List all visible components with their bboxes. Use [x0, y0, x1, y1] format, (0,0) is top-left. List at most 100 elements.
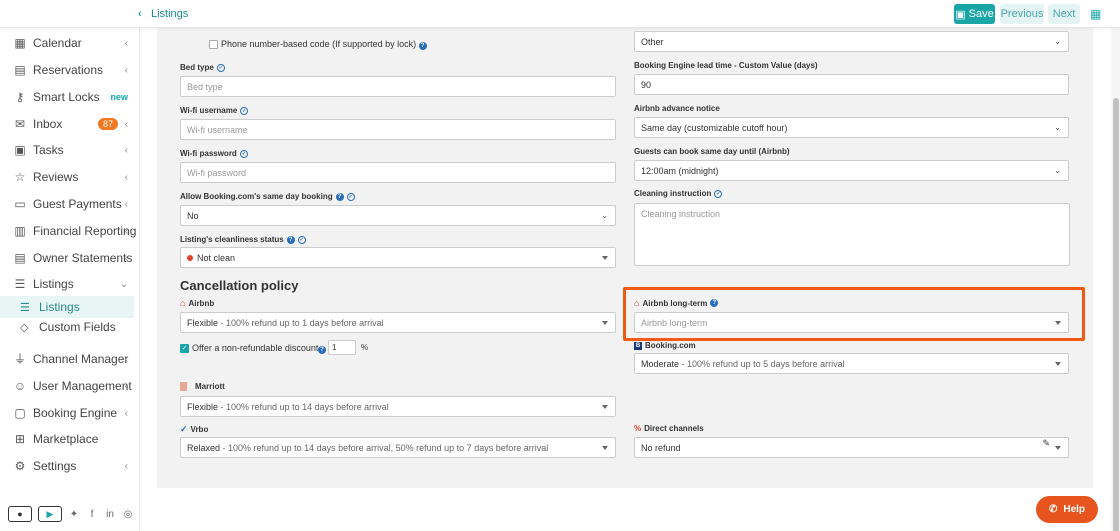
- select-value: Not clean: [197, 252, 236, 263]
- facebook-icon[interactable]: f: [86, 509, 98, 520]
- chevron-down-icon: ⌄: [1054, 123, 1061, 132]
- chevron-left-icon: ‹: [124, 171, 128, 183]
- google-play-icon[interactable]: ▶: [38, 506, 62, 522]
- sidebar-item-tasks[interactable]: ▣ Tasks ‹: [0, 139, 140, 161]
- lead-time-input[interactable]: 90: [634, 74, 1069, 95]
- twitter-icon[interactable]: ✦: [68, 509, 80, 520]
- sidebar-item-label: Settings: [33, 459, 77, 473]
- sidebar-item-label: Reservations: [33, 63, 104, 77]
- advance-notice-label: Airbnb advance notice: [634, 104, 720, 113]
- sidebar-item-marketplace[interactable]: ⊞ Marketplace: [0, 428, 140, 450]
- direct-channels-icon: %: [634, 424, 642, 433]
- same-day-until-select[interactable]: 12:00am (midnight) ⌄: [634, 160, 1069, 181]
- sidebar-item-reviews[interactable]: ☆ Reviews ‹: [0, 166, 140, 188]
- non-refundable-checkbox[interactable]: ✓: [180, 344, 189, 353]
- linkedin-icon[interactable]: in: [104, 509, 116, 520]
- wifi-password-input[interactable]: Wi-fi password: [180, 162, 616, 183]
- reservations-icon: ▤: [14, 63, 26, 77]
- sidebar-item-booking-engine[interactable]: ▢ Booking Engine ‹: [0, 402, 140, 424]
- info-icon[interactable]: ✓: [239, 149, 248, 158]
- marriott-icon: [180, 382, 187, 391]
- info-icon[interactable]: ✓: [346, 192, 355, 201]
- non-refundable-input[interactable]: 1: [328, 340, 356, 355]
- cancellation-policy-title: Cancellation policy: [180, 278, 299, 293]
- non-refundable-label: Offer a non-refundable discount: [192, 343, 319, 353]
- previous-button[interactable]: Previous: [1000, 4, 1044, 24]
- calendar-icon[interactable]: ▦: [1090, 7, 1101, 21]
- breadcrumb[interactable]: Listings: [151, 8, 188, 20]
- select-value: Moderate - 100% refund up to 5 days befo…: [641, 358, 845, 369]
- advance-notice-select[interactable]: Same day (customizable cutoff hour) ⌄: [634, 117, 1069, 138]
- key-icon: ⚷: [15, 90, 25, 104]
- user-icon: ☺: [13, 379, 27, 393]
- report-icon: ▥: [14, 224, 26, 238]
- info-icon[interactable]: ✓: [297, 235, 306, 244]
- percent-label: %: [361, 343, 369, 352]
- airbnb-policy-select[interactable]: Flexible - 100% refund up to 1 days befo…: [180, 312, 616, 333]
- plug-icon: ⏚: [14, 352, 27, 366]
- info-icon[interactable]: ✓: [216, 63, 225, 72]
- select-value: Same day (customizable cutoff hour): [641, 122, 788, 133]
- phone-code-checkbox[interactable]: [209, 40, 218, 49]
- save-button[interactable]: ▣ Save: [954, 4, 995, 24]
- info-icon[interactable]: ✓: [240, 106, 249, 115]
- help-button[interactable]: ✆ Help: [1036, 496, 1098, 523]
- help-icon[interactable]: ?: [286, 235, 295, 244]
- star-icon: ☆: [14, 170, 26, 184]
- top-bar: ‹ Listings ▣ Save Previous Next ▦: [0, 0, 1120, 28]
- tag-icon: ◇: [20, 321, 29, 334]
- save-label: Save: [968, 8, 994, 20]
- booking-icon: ▢: [14, 406, 26, 420]
- scrollbar[interactable]: [1111, 28, 1120, 531]
- instagram-icon[interactable]: ◎: [122, 509, 134, 520]
- sidebar-item-label: Smart Locks: [33, 90, 100, 104]
- sidebar-item-settings[interactable]: ⚙ Settings ‹: [0, 455, 140, 477]
- help-icon[interactable]: ?: [318, 346, 326, 354]
- cleaning-instruction-textarea[interactable]: Cleaning instruction: [634, 203, 1070, 266]
- direct-channels-policy-select[interactable]: No refund ✎: [634, 437, 1069, 458]
- bed-type-label: Bed type ✓: [180, 63, 225, 72]
- sidebar-item-owner-statements[interactable]: ▤ Owner Statements ‹: [0, 247, 140, 269]
- booking-com-policy-select[interactable]: Moderate - 100% refund up to 5 days befo…: [634, 353, 1069, 374]
- help-icon[interactable]: ?: [335, 192, 344, 201]
- sidebar-item-calendar[interactable]: ▦ Calendar ‹: [0, 32, 140, 54]
- marketplace-icon: ⊞: [14, 432, 26, 446]
- vrbo-label: ✓ Vrbo: [180, 424, 209, 434]
- cleanliness-select[interactable]: Not clean: [180, 247, 616, 268]
- sidebar-subitem-custom-fields[interactable]: ◇ Custom Fields: [0, 316, 134, 338]
- chevron-left-icon: ‹: [124, 225, 128, 237]
- marriott-policy-select[interactable]: Flexible - 100% refund up to 14 days bef…: [180, 396, 616, 417]
- sidebar-item-reservations[interactable]: ▤ Reservations ‹: [0, 59, 140, 81]
- phone-icon: ✆: [1048, 504, 1058, 515]
- pencil-icon[interactable]: ✎: [1042, 438, 1050, 449]
- sidebar-item-channel-manager[interactable]: ⏚ Channel Manager ‹: [0, 348, 140, 370]
- dropdown-arrow-icon: [1055, 446, 1061, 450]
- sidebar-item-user-management[interactable]: ☺ User Management ‹: [0, 375, 140, 397]
- list-icon: ☰: [14, 277, 26, 291]
- wifi-username-input[interactable]: Wi-fi username: [180, 119, 616, 140]
- other-select[interactable]: Other ⌄: [634, 31, 1069, 52]
- back-chevron-icon[interactable]: ‹: [138, 8, 142, 20]
- vrbo-policy-select[interactable]: Relaxed - 100% refund up to 14 days befo…: [180, 437, 616, 458]
- sidebar-item-financial-reporting[interactable]: ▥ Financial Reporting ‹: [0, 220, 140, 242]
- sidebar-item-listings[interactable]: ☰ Listings ⌄: [0, 273, 140, 295]
- sidebar: ▦ Calendar ‹ ▤ Reservations ‹ ⚷ Smart Locks ne…: [0, 0, 140, 531]
- phone-code-label: Phone number-based code (If supported by…: [221, 39, 427, 50]
- scrollbar-thumb[interactable]: [1113, 98, 1119, 531]
- apple-store-icon[interactable]: ●: [8, 506, 32, 522]
- status-dot-icon: [187, 254, 193, 261]
- dropdown-arrow-icon: [602, 256, 608, 260]
- chevron-left-icon: ‹: [124, 198, 128, 210]
- sidebar-item-guest-payments[interactable]: ▭ Guest Payments ‹: [0, 193, 140, 215]
- sidebar-subitem-listings[interactable]: ☰ Listings: [0, 296, 134, 318]
- sidebar-item-inbox[interactable]: ✉ Inbox 87 ‹: [0, 113, 140, 135]
- next-button[interactable]: Next: [1048, 4, 1080, 24]
- same-day-booking-select[interactable]: No ⌄: [180, 205, 616, 226]
- chevron-left-icon: ‹: [124, 353, 128, 365]
- bed-type-input[interactable]: Bed type: [180, 76, 616, 97]
- same-day-until-label: Guests can book same day until (Airbnb): [634, 147, 790, 156]
- help-icon[interactable]: ?: [418, 42, 427, 50]
- calendar-icon: ▦: [14, 36, 26, 50]
- sidebar-item-smart-locks[interactable]: ⚷ Smart Locks new: [0, 86, 140, 108]
- info-icon[interactable]: ✓: [714, 189, 723, 198]
